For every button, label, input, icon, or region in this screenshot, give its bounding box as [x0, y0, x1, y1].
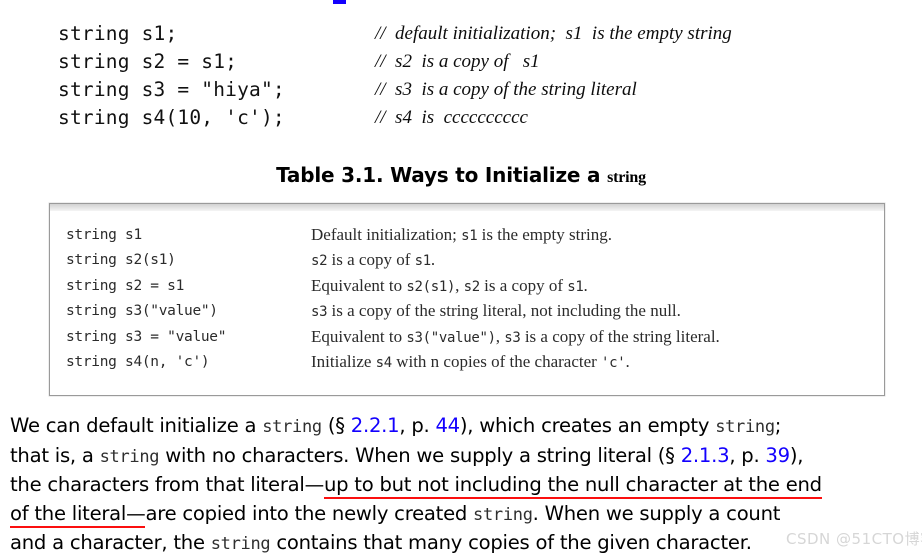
paragraph-text: (§ — [321, 414, 351, 437]
desc-code-fragment: s2 — [463, 278, 481, 295]
table-cell-syntax: string s3 = "value" — [66, 328, 227, 345]
table-cell-syntax: string s1 — [66, 226, 142, 243]
explanatory-paragraph: We can default initialize a string (§ 2.… — [10, 412, 915, 559]
inline-code: string — [262, 417, 322, 437]
table-row: string s2 = s1 Equivalent to s2(s1), s2 i… — [66, 273, 870, 299]
table-row: string s4(n, 'c') Initialize s4 with n co… — [66, 350, 870, 376]
cross-reference-link[interactable]: 2.1.3 — [681, 444, 730, 467]
table-cell-description: s3 is a copy of the string literal, not … — [311, 299, 870, 325]
paragraph-text: with no characters. When we supply a str… — [159, 443, 681, 467]
table-caption-mono-term: string — [607, 169, 646, 186]
desc-text-fragment: , — [455, 275, 464, 295]
paragraph-text: are copied into the newly created — [145, 501, 474, 525]
table-caption-text: Table 3.1. Ways to Initialize a — [276, 163, 608, 187]
highlighted-phrase: of the literal— — [10, 501, 146, 528]
desc-code-fragment: s2 — [311, 253, 328, 270]
desc-text-fragment: Equivalent to — [311, 275, 407, 295]
inline-code: string — [715, 417, 775, 437]
desc-text-fragment: Initialize — [311, 352, 376, 372]
desc-code-fragment: s1 — [414, 253, 432, 270]
desc-text-fragment: . — [430, 250, 436, 270]
desc-text-fragment: is a copy of the string literal, not inc… — [327, 301, 681, 321]
desc-text-fragment: is a copy of — [479, 275, 568, 295]
table-3-1: string s1 Default initialization; s1 is t… — [49, 203, 885, 396]
desc-text-fragment: is a copy of the string literal. — [520, 326, 720, 346]
table-row: string s3 = "value" Equivalent to s3("val… — [66, 324, 870, 350]
code-comment-text: // s2 is a copy of s1 — [375, 51, 540, 72]
paragraph-text: contains that many copies of the given c… — [270, 531, 752, 554]
code-line: string s3 = "hiya"; // s3 is a copy of th… — [58, 76, 888, 104]
desc-code-fragment: s1 — [567, 278, 584, 295]
highlighted-phrase: up to but not including the null charact… — [323, 473, 822, 499]
paragraph-text: ), which creates an empty — [459, 414, 716, 437]
code-example-block: string s1; // default initialization; s1 … — [58, 20, 888, 132]
desc-text-fragment: . — [625, 352, 630, 372]
code-line: string s2 = s1; // s2 is a copy of s1 — [58, 48, 888, 76]
paragraph-text: , p. — [399, 414, 436, 437]
table-cell-description: Equivalent to s3("value"), s3 is a copy … — [311, 324, 870, 350]
paragraph-text: We can default initialize a — [10, 414, 263, 437]
table-cell-syntax: string s2(s1) — [66, 252, 176, 269]
code-comment-text: // s4 is cccccccccc — [375, 107, 528, 128]
table-row: string s2(s1) s2 is a copy of s1. — [66, 248, 870, 274]
initialization-table: string s1 Default initialization; s1 is t… — [66, 222, 870, 375]
table-body: string s1 Default initialization; s1 is t… — [66, 222, 870, 375]
code-comment-text: // s3 is a copy of the string literal — [375, 79, 637, 100]
desc-text-fragment: Equivalent to — [311, 326, 407, 346]
table-row: string s3("value") s3 is a copy of the st… — [66, 299, 870, 325]
table-cell-description: Equivalent to s2(s1), s2 is a copy of s1… — [311, 273, 870, 299]
table-cell-description: s2 is a copy of s1. — [311, 248, 870, 274]
desc-code-fragment: s3("value") — [406, 329, 496, 346]
table-row: string s1 Default initialization; s1 is t… — [66, 222, 870, 248]
desc-code-fragment: s4 — [375, 355, 393, 372]
desc-code-fragment: s2(s1) — [406, 278, 456, 295]
cross-reference-link[interactable]: 2.2.1 — [351, 414, 400, 437]
paragraph-text: , p. — [729, 443, 766, 467]
desc-text-fragment: with n copies of the character — [391, 352, 602, 372]
table-cell-description: Default initialization; s1 is the empty … — [311, 222, 870, 248]
watermark: CSDN @51CTO博客 — [786, 530, 922, 548]
code-line: string s4(10, 'c'); // s4 is cccccccccc — [58, 104, 888, 132]
table-caption: Table 3.1. Ways to Initialize a string — [0, 163, 922, 187]
desc-code-fragment: 'c' — [601, 355, 626, 372]
code-source-text: string s4(10, 'c'); — [58, 106, 285, 129]
code-source-text: string s2 = s1; — [58, 50, 238, 73]
inline-code: string — [473, 504, 533, 525]
table-cell-syntax: string s2 = s1 — [66, 277, 185, 294]
desc-text-fragment: is the empty string. — [477, 224, 612, 244]
desc-text-fragment: . — [583, 275, 588, 295]
code-source-text: string s1; — [58, 22, 178, 45]
code-line: string s1; // default initialization; s1 … — [58, 20, 888, 48]
desc-text-fragment: is a copy of — [327, 250, 415, 270]
desc-code-fragment: s3 — [504, 329, 521, 346]
cross-reference-link[interactable]: 44 — [435, 414, 460, 437]
clipped-text-fragment — [333, 0, 346, 4]
desc-code-fragment: s1 — [461, 227, 478, 244]
table-cell-syntax: string s4(n, 'c') — [66, 354, 210, 371]
code-comment-text: // default initialization; s1 is the emp… — [375, 23, 732, 44]
inline-code: string — [99, 446, 160, 467]
code-source-text: string s3 = "hiya"; — [58, 78, 285, 101]
table-cell-syntax: string s3("value") — [66, 303, 218, 320]
inline-code: string — [210, 534, 271, 554]
cross-reference-link[interactable]: 39 — [765, 444, 790, 467]
desc-code-fragment: s3 — [311, 304, 328, 321]
desc-text-fragment: Default initialization; — [311, 224, 462, 244]
table-cell-description: Initialize s4 with n copies of the chara… — [311, 350, 870, 376]
